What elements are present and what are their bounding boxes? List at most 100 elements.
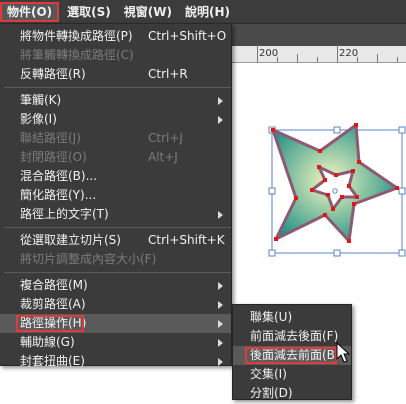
menu-item-3-4[interactable]: 封套扭曲(E) (0, 352, 231, 371)
menu-item-1-0[interactable]: 筆觸(K) (0, 91, 231, 110)
highlight-annotation-box (16, 315, 84, 332)
menu-item-label: 簡化路徑(Y)... (20, 188, 97, 202)
compound-star-shape[interactable] (271, 123, 399, 243)
submenu-item-2[interactable]: 後面減去前面(B) (233, 346, 351, 365)
anchor-point[interactable] (310, 188, 314, 192)
menu-item-3-3[interactable]: 輔助線(G) (0, 333, 231, 352)
menu-item-0-2[interactable]: 反轉路徑(R) Ctrl+R (0, 65, 231, 84)
anchor-point[interactable] (355, 195, 359, 199)
selection-handle[interactable] (398, 249, 406, 257)
menu-separator (4, 272, 231, 273)
ruler-tick (377, 54, 378, 62)
anchor-point[interactable] (317, 165, 321, 169)
menu-item-1-5[interactable]: 簡化路徑(Y)... (0, 186, 231, 205)
ruler-tick (337, 45, 338, 62)
ruler-tick (297, 54, 298, 62)
anchor-point[interactable] (395, 186, 399, 190)
menu-item-0-1: 將筆觸轉換成路徑(C) (0, 46, 231, 65)
submenu-item-label: 分割(D) (250, 386, 293, 400)
anchor-point[interactable] (352, 202, 356, 206)
submenu-arrow-icon (218, 301, 223, 309)
anchor-point[interactable] (323, 213, 327, 217)
menu-item-shortcut: Ctrl+Shift+K (148, 233, 225, 247)
menu-item-1-4[interactable]: 混合路徑(B)... (0, 167, 231, 186)
anchor-point[interactable] (351, 169, 355, 173)
menu-item-label: 反轉路徑(R) (20, 67, 86, 81)
menu-item-label: 封閉路徑(O) (20, 150, 87, 164)
selection-handle[interactable] (333, 126, 341, 134)
menu-item-3-2[interactable]: 路徑操作(H) (0, 314, 231, 333)
menubar: 物件(O) 選取(S) 視窗(W) 說明(H) (0, 0, 406, 24)
selection-handle[interactable] (398, 187, 406, 195)
menu-item-3-0[interactable]: 複合路徑(M) (0, 276, 231, 295)
submenu-item-4[interactable]: 分割(D) (233, 384, 351, 403)
menu-separator (4, 227, 231, 228)
menu-item-3-1[interactable]: 裁剪路徑(A) (0, 295, 231, 314)
menu-item-label: 複合路徑(M) (20, 278, 88, 292)
submenu-arrow-icon (218, 339, 223, 347)
submenu-item-3[interactable]: 交集(I) (233, 365, 351, 384)
selection-handle[interactable] (268, 249, 276, 257)
menu-item-shortcut: Ctrl+J (148, 131, 183, 145)
menu-item-label: 裁剪路徑(A) (20, 297, 86, 311)
ruler-tick (277, 57, 278, 62)
menu-item-shortcut: Ctrl+R (148, 67, 188, 81)
menu-item-1-2: 聯結路徑(J) Ctrl+J (0, 129, 231, 148)
submenu-item-1[interactable]: 前面減去後面(F) (233, 327, 351, 346)
anchor-point[interactable] (340, 195, 344, 199)
menu-item-label: 輔助線(G) (20, 335, 75, 349)
submenu-arrow-icon (218, 320, 223, 328)
anchor-point[interactable] (271, 128, 275, 132)
anchor-point[interactable] (323, 178, 327, 182)
path-operations-submenu: 聯集(U) 前面減去後面(F) 後面減去前面(B) 交集(I) 分割(D) (232, 304, 352, 400)
menu-item-2-0[interactable]: 從選取建立切片(S) Ctrl+Shift+K (0, 231, 231, 250)
ruler-label-200: 200 (259, 48, 279, 59)
anchor-point[interactable] (294, 196, 298, 200)
submenu-arrow-icon (218, 282, 223, 290)
menu-item-label: 混合路徑(B)... (20, 169, 98, 183)
menu-item-label: 將物件轉換成路徑(P) (20, 29, 133, 43)
menu-item-label: 筆觸(K) (20, 93, 62, 107)
submenu-arrow-icon (218, 211, 223, 219)
menu-item-label: 路徑上的文字(T) (20, 207, 109, 221)
submenu-arrow-icon (218, 116, 223, 124)
anchor-point[interactable] (274, 237, 278, 241)
menu-item-2-1: 將切片調整成內容大小(F) (0, 250, 231, 269)
selection-handle[interactable] (268, 187, 276, 195)
menu-item-label: 將切片調整成內容大小(F) (20, 252, 157, 266)
horizontal-ruler: 200 220 (232, 45, 406, 63)
menubar-item-0[interactable]: 物件(O) (0, 1, 60, 22)
anchor-point[interactable] (357, 160, 361, 164)
menu-item-shortcut: Alt+J (148, 150, 178, 164)
highlight-annotation-box (245, 347, 337, 364)
menu-item-0-0[interactable]: 將物件轉換成路徑(P) Ctrl+Shift+O (0, 27, 231, 46)
object-menu: 將物件轉換成路徑(P) Ctrl+Shift+O 將筆觸轉換成路徑(C) 反轉路徑(R… (0, 24, 232, 368)
selection-handle[interactable] (333, 249, 341, 257)
anchor-point[interactable] (347, 239, 351, 243)
anchor-point[interactable] (318, 149, 322, 153)
submenu-arrow-icon (218, 97, 223, 105)
menubar-item-1[interactable]: 選取(S) (62, 2, 116, 22)
menu-item-label: 聯結路徑(J) (20, 131, 81, 145)
anchor-point[interactable] (334, 173, 338, 177)
ruler-tick (357, 57, 358, 62)
menu-item-label: 從選取建立切片(S) (20, 233, 121, 247)
menu-item-label: 將筆觸轉換成路徑(C) (20, 48, 134, 62)
menu-item-shortcut: Ctrl+Shift+O (148, 29, 227, 43)
menubar-item-3[interactable]: 說明(H) (180, 2, 235, 22)
submenu-item-0[interactable]: 聯集(U) (233, 308, 351, 327)
ruler-tick (257, 45, 258, 62)
anchor-point[interactable] (331, 207, 335, 211)
anchor-point[interactable] (326, 193, 330, 197)
menu-item-1-1[interactable]: 影像(I) (0, 110, 231, 129)
submenu-item-label: 前面減去後面(F) (250, 329, 339, 343)
menubar-item-2[interactable]: 視窗(W) (119, 2, 177, 22)
menu-item-label: 封套扭曲(E) (20, 354, 85, 368)
anchor-point[interactable] (354, 123, 358, 127)
ruler-tick (397, 57, 398, 62)
anchor-point[interactable] (347, 184, 351, 188)
menu-item-label: 影像(I) (20, 112, 57, 126)
menu-item-1-6[interactable]: 路徑上的文字(T) (0, 205, 231, 224)
submenu-arrow-icon (218, 358, 223, 366)
selection-handle[interactable] (398, 126, 406, 134)
